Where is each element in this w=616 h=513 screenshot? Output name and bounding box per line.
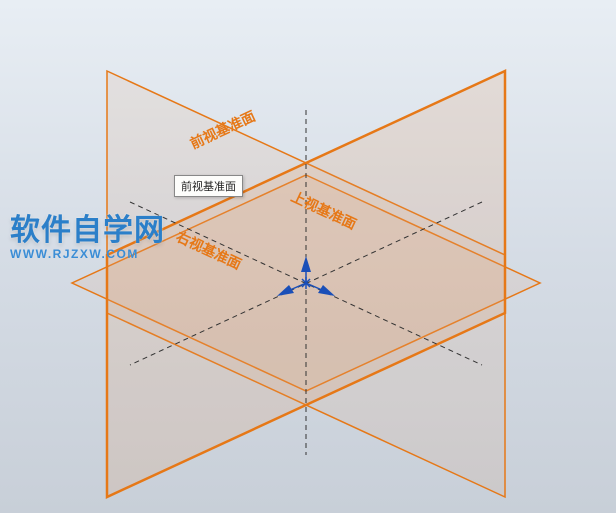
hover-tooltip: 前视基准面 xyxy=(174,175,243,197)
watermark-logo: 软件自学网 WWW.RJZXW.COM xyxy=(10,205,165,261)
watermark-title: 软件自学网 xyxy=(10,205,165,249)
cad-viewport[interactable]: 前视基准面 上视基准面 右视基准面 软件自学网 WWW.RJZXW.COM 前视… xyxy=(0,0,616,513)
tooltip-text: 前视基准面 xyxy=(181,181,236,193)
watermark-url: WWW.RJZXW.COM xyxy=(10,247,165,261)
